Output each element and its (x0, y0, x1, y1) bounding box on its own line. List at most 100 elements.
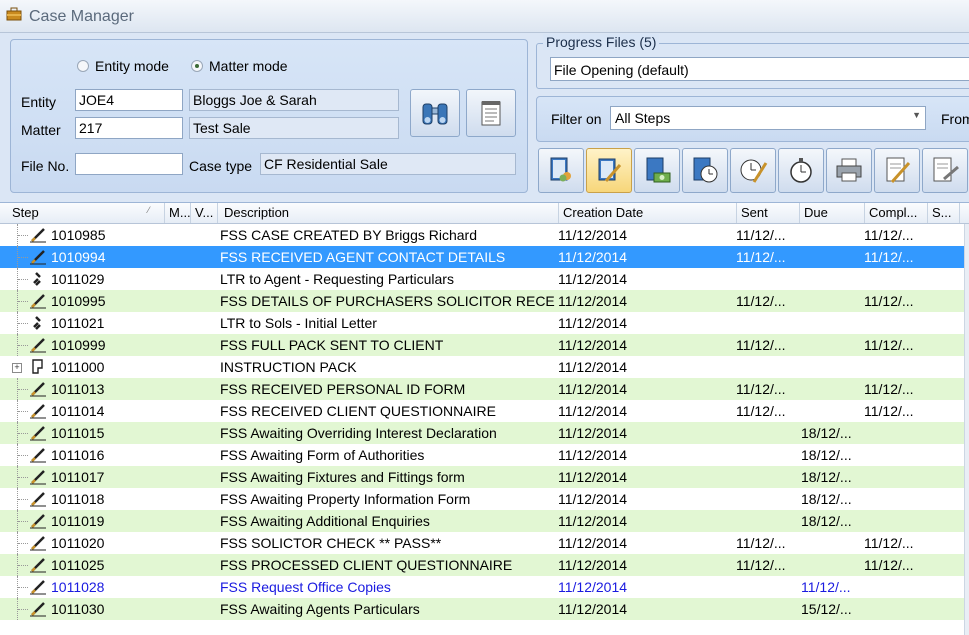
tree-line (17, 334, 28, 356)
sent-date (736, 598, 796, 620)
completed-date: 11/12/... (864, 535, 914, 551)
column-header-s[interactable]: S... (928, 203, 960, 223)
column-header-creation-date[interactable]: Creation Date (559, 203, 737, 223)
toolbar-button-time-entry[interactable] (730, 148, 776, 193)
column-header-description[interactable]: Description (220, 203, 559, 223)
table-row[interactable]: 1011018 FSS Awaiting Property Information… (0, 488, 969, 510)
creation-date: 11/12/2014 (558, 315, 628, 331)
completed-date: 11/12/... (864, 403, 914, 419)
file-no-field[interactable] (75, 153, 183, 175)
filter-label: Filter on (551, 111, 602, 127)
tree-line (17, 598, 28, 620)
binoculars-icon (422, 103, 448, 125)
filter-select[interactable]: All Steps ▼ (610, 106, 926, 130)
sent-date (736, 466, 796, 488)
due-date: 18/12/... (801, 425, 852, 441)
table-row[interactable]: 1010995 FSS DETAILS OF PURCHASERS SOLICIT… (0, 290, 969, 312)
search-button[interactable] (410, 89, 460, 137)
due-date: 18/12/... (801, 469, 852, 485)
step-number: 1011014 (51, 403, 105, 419)
sent-date: 11/12/... (736, 293, 786, 309)
tree-line (17, 510, 28, 532)
toolbar-button-diary[interactable] (682, 148, 728, 193)
step-description: FSS Awaiting Property Information Form (220, 491, 471, 507)
toolbar-button-contacts[interactable] (538, 148, 584, 193)
letter-icon (29, 271, 47, 287)
progress-files-label: Progress Files (5) (543, 34, 660, 50)
toolbar-button-timer[interactable] (778, 148, 824, 193)
step-number: 1011018 (51, 491, 105, 507)
creation-date: 11/12/2014 (558, 535, 628, 551)
toolbar-button-edit-notes[interactable] (586, 148, 632, 193)
completed-date: 11/12/... (864, 337, 914, 353)
tree-line (17, 554, 28, 576)
table-row[interactable]: +1011000 INSTRUCTION PACK 11/12/2014 (0, 356, 969, 378)
column-header-completed[interactable]: Compl... (865, 203, 928, 223)
table-row[interactable]: 1011030 FSS Awaiting Agents Particulars 11… (0, 598, 969, 620)
table-row[interactable]: 1011029 LTR to Agent - Requesting Particu… (0, 268, 969, 290)
column-header-m[interactable]: M... (165, 203, 191, 223)
pencil-icon (29, 447, 47, 463)
table-row[interactable]: 1011025 FSS PROCESSED CLIENT QUESTIONNAIR… (0, 554, 969, 576)
step-number: 1011028 (51, 579, 105, 595)
toolbar-button-sign[interactable] (874, 148, 920, 193)
completed-date: 11/12/... (864, 293, 914, 309)
completed-date (864, 510, 922, 532)
tree-line (17, 576, 28, 598)
table-row[interactable]: 1010994 FSS RECEIVED AGENT CONTACT DETAIL… (0, 246, 969, 268)
due-date (801, 246, 861, 268)
progress-file-select[interactable]: File Opening (default) (550, 57, 969, 81)
sent-date (736, 510, 796, 532)
step-number: 1011015 (51, 425, 105, 441)
table-row[interactable]: 1010985 FSS CASE CREATED BY Briggs Richar… (0, 224, 969, 246)
pencil-icon (29, 557, 47, 573)
expand-icon[interactable]: + (12, 363, 22, 373)
creation-date: 11/12/2014 (558, 469, 628, 485)
column-header-v[interactable]: V... (191, 203, 218, 223)
table-row[interactable]: 1011015 FSS Awaiting Overriding Interest … (0, 422, 969, 444)
vertical-scrollbar[interactable] (964, 224, 969, 635)
radio-unchecked-icon (77, 60, 89, 72)
table-row[interactable]: 1011014 FSS RECEIVED CLIENT QUESTIONNAIRE… (0, 400, 969, 422)
tree-line (17, 224, 28, 246)
step-description: LTR to Sols - Initial Letter (220, 315, 377, 331)
matter-mode-radio[interactable]: Matter mode (191, 58, 288, 74)
due-date (801, 334, 861, 356)
document-write-icon (933, 157, 959, 182)
column-header-sent[interactable]: Sent (737, 203, 800, 223)
creation-date: 11/12/2014 (558, 491, 628, 507)
column-header-step[interactable]: Step (8, 203, 165, 223)
sent-date: 11/12/... (736, 403, 786, 419)
clock-edit-icon (740, 159, 768, 183)
table-row[interactable]: 1011016 FSS Awaiting Form of Authorities 1… (0, 444, 969, 466)
table-row[interactable]: 1011021 LTR to Sols - Initial Letter 11/12… (0, 312, 969, 334)
step-number: 1011016 (51, 447, 105, 463)
notes-button[interactable] (466, 89, 516, 137)
pencil-icon (29, 579, 47, 595)
table-row[interactable]: 1011017 FSS Awaiting Fixtures and Fitting… (0, 466, 969, 488)
table-row[interactable]: 1011028 FSS Request Office Copies 11/12/20… (0, 576, 969, 598)
matter-field[interactable]: 217 (75, 117, 183, 139)
due-date: 18/12/... (801, 447, 852, 463)
entity-mode-radio[interactable]: Entity mode (77, 58, 169, 74)
completed-date: 11/12/... (864, 249, 914, 265)
table-row[interactable]: 1011013 FSS RECEIVED PERSONAL ID FORM 11/1… (0, 378, 969, 400)
column-header-due[interactable]: Due (800, 203, 865, 223)
toolbar-button-accounts[interactable] (634, 148, 680, 193)
table-row[interactable]: 1010999 FSS FULL PACK SENT TO CLIENT 11/12… (0, 334, 969, 356)
filter-value: All Steps (615, 110, 671, 126)
creation-date: 11/12/2014 (558, 601, 628, 617)
completed-date (864, 488, 922, 510)
toolbar-button-print[interactable] (826, 148, 872, 193)
entity-field[interactable]: JOE4 (75, 89, 183, 111)
sent-date: 11/12/... (736, 337, 786, 353)
sent-date: 11/12/... (736, 381, 786, 397)
due-date: 11/12/... (801, 579, 851, 595)
pencil-icon (29, 469, 47, 485)
toolbar-button-write[interactable] (922, 148, 968, 193)
table-row[interactable]: 1011020 FSS SOLICTOR CHECK ** PASS** 11/12… (0, 532, 969, 554)
creation-date: 11/12/2014 (558, 337, 628, 353)
entity-name-field: Bloggs Joe & Sarah (189, 89, 399, 111)
notepad-icon (481, 101, 501, 126)
table-row[interactable]: 1011019 FSS Awaiting Additional Enquiries… (0, 510, 969, 532)
